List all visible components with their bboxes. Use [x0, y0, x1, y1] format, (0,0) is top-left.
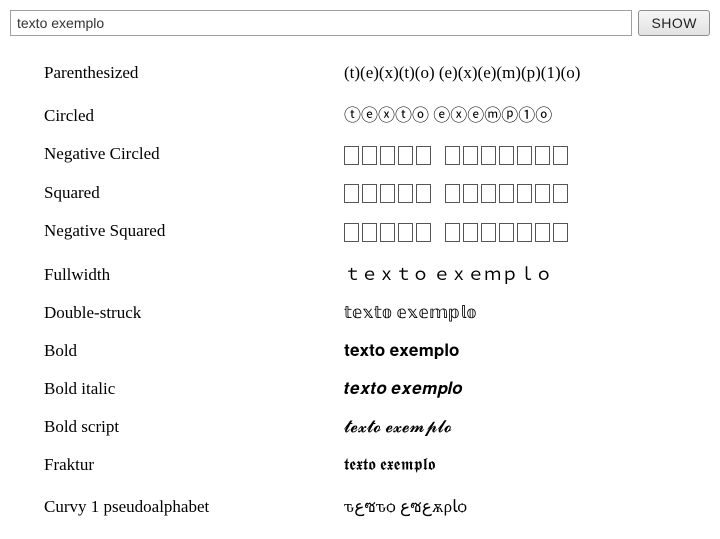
missing-glyph-box	[553, 223, 568, 242]
missing-glyph-box	[517, 146, 532, 165]
missing-glyph-box	[535, 146, 550, 165]
missing-glyph-box	[380, 184, 395, 203]
missing-glyph-box	[445, 146, 460, 165]
missing-glyph-box	[398, 146, 413, 165]
style-label: Bold script	[44, 417, 344, 437]
style-label: Bold italic	[44, 379, 344, 399]
results-list: Parenthesized(t)(e)(x)(t)(o) (e)(x)(e)(m…	[10, 54, 710, 529]
missing-glyph-box	[463, 146, 478, 165]
missing-glyph-box	[344, 146, 359, 165]
missing-glyph-box	[499, 184, 514, 203]
missing-glyph-box	[517, 184, 532, 203]
text-input[interactable]	[10, 10, 632, 36]
missing-glyph-box	[499, 223, 514, 242]
result-row: Bold script𝓽𝓮𝔁𝓽𝓸 𝓮𝔁𝓮𝓶𝓹𝓵𝓸	[44, 408, 710, 446]
style-label: Negative Squared	[44, 221, 344, 241]
missing-glyph-box	[416, 146, 431, 165]
result-row: Parenthesized(t)(e)(x)(t)(o) (e)(x)(e)(m…	[44, 54, 710, 92]
style-value: 𝐭𝐞𝐱𝐭𝐨 𝐞𝐱𝐞𝐦𝐩𝐥𝐨	[344, 341, 459, 361]
missing-glyph-boxes	[344, 223, 570, 242]
missing-glyph-box	[553, 146, 568, 165]
style-value: 𝖙𝖊𝖝𝖙𝖔 𝖊𝖝𝖊𝖒𝖕𝖑𝖔	[344, 455, 435, 475]
missing-glyph-box	[362, 223, 377, 242]
result-row: Bold𝐭𝐞𝐱𝐭𝐨 𝐞𝐱𝐞𝐦𝐩𝐥𝐨	[44, 332, 710, 370]
show-button[interactable]: SHOW	[638, 10, 710, 36]
style-value	[344, 221, 570, 242]
result-row: Circledⓣⓔⓧⓣⓞ ⓔⓧⓔⓜⓟ①ⓞ	[44, 92, 710, 135]
result-row: Squared	[44, 174, 710, 213]
missing-glyph-box	[535, 223, 550, 242]
style-value: 𝓽𝓮𝔁𝓽𝓸 𝓮𝔁𝓮𝓶𝓹𝓵𝓸	[344, 417, 452, 437]
missing-glyph-box	[398, 184, 413, 203]
missing-glyph-box	[535, 184, 550, 203]
result-row: Curvy 1 pseudoalphabetԏﻉซԏѻ ﻉซﻉѫρﺎѻ	[44, 484, 710, 529]
missing-glyph-box	[481, 184, 496, 203]
missing-glyph-box	[553, 184, 568, 203]
missing-glyph-box	[463, 223, 478, 242]
result-row: Bold italic𝒕𝒆𝒙𝒕𝒐 𝒆𝒙𝒆𝒎𝒑𝒍𝒐	[44, 370, 710, 408]
result-row: Double-struck𝕥𝕖𝕩𝕥𝕠 𝕖𝕩𝕖𝕞𝕡𝕝𝕠	[44, 294, 710, 332]
missing-glyph-box	[499, 146, 514, 165]
missing-glyph-box	[344, 184, 359, 203]
missing-glyph-box	[481, 146, 496, 165]
style-value: ⓣⓔⓧⓣⓞ ⓔⓧⓔⓜⓟ①ⓞ	[344, 101, 552, 126]
missing-glyph-box	[445, 223, 460, 242]
missing-glyph-box	[344, 223, 359, 242]
style-label: Fraktur	[44, 455, 344, 475]
missing-glyph-box	[362, 146, 377, 165]
style-label: Bold	[44, 341, 344, 361]
missing-glyph-box	[362, 184, 377, 203]
style-value: 𝒕𝒆𝒙𝒕𝒐 𝒆𝒙𝒆𝒎𝒑𝒍𝒐	[344, 379, 463, 399]
style-label: Double-struck	[44, 303, 344, 323]
result-row: Negative Circled	[44, 135, 710, 174]
result-row: Negative Squared	[44, 212, 710, 251]
style-label: Squared	[44, 183, 344, 203]
style-value: 𝕥𝕖𝕩𝕥𝕠 𝕖𝕩𝕖𝕞𝕡𝕝𝕠	[344, 303, 477, 323]
missing-glyph-box	[445, 184, 460, 203]
style-value: ԏﻉซԏѻ ﻉซﻉѫρﺎѻ	[344, 493, 467, 520]
result-row: Fullwidthｔｅｘｔｏ ｅｘｅｍｐｌｏ	[44, 251, 710, 294]
style-value: ｔｅｘｔｏ ｅｘｅｍｐｌｏ	[344, 260, 552, 285]
style-label: Fullwidth	[44, 265, 344, 285]
style-label: Curvy 1 pseudoalphabet	[44, 497, 344, 517]
missing-glyph-box	[398, 223, 413, 242]
style-value	[344, 183, 570, 204]
missing-glyph-box	[416, 184, 431, 203]
missing-glyph-boxes	[344, 146, 570, 165]
missing-glyph-box	[463, 184, 478, 203]
style-label: Circled	[44, 106, 344, 126]
style-value: (t)(e)(x)(t)(o) (e)(x)(e)(m)(p)(1)(o)	[344, 63, 580, 83]
style-value	[344, 144, 570, 165]
missing-glyph-boxes	[344, 184, 570, 203]
style-label: Negative Circled	[44, 144, 344, 164]
missing-glyph-box	[481, 223, 496, 242]
result-row: Fraktur𝖙𝖊𝖝𝖙𝖔 𝖊𝖝𝖊𝖒𝖕𝖑𝖔	[44, 446, 710, 484]
missing-glyph-box	[517, 223, 532, 242]
missing-glyph-box	[380, 146, 395, 165]
missing-glyph-box	[380, 223, 395, 242]
missing-glyph-box	[416, 223, 431, 242]
style-label: Parenthesized	[44, 63, 344, 83]
